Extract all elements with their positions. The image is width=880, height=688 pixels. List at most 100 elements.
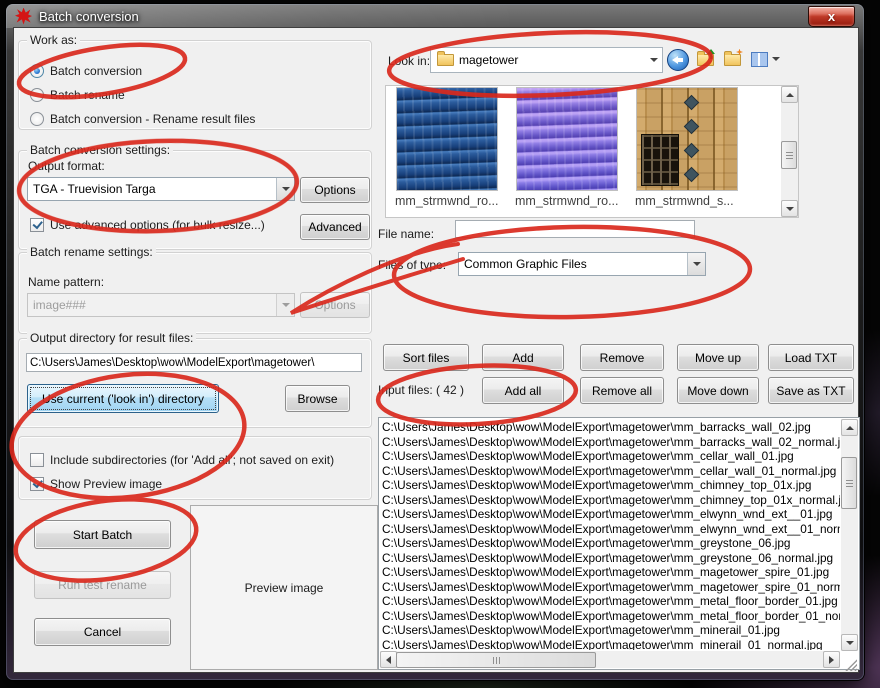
load-txt-button[interactable]: Load TXT (768, 344, 854, 371)
file-list-item[interactable]: C:\Users\James\Desktop\wow\ModelExport\m… (380, 522, 840, 537)
use-advanced-options-checkbox[interactable]: Use advanced options (for bulk resize...… (30, 217, 265, 232)
radio-icon (30, 112, 44, 126)
include-subdirectories-checkbox[interactable]: Include subdirectories (for 'Add all'; n… (30, 452, 334, 467)
chevron-down-icon[interactable] (276, 178, 294, 200)
file-list-item[interactable]: C:\Users\James\Desktop\wow\ModelExport\m… (380, 420, 840, 435)
scroll-up-button[interactable] (841, 419, 858, 436)
button-label: Start Batch (73, 528, 132, 542)
file-list-item[interactable]: C:\Users\James\Desktop\wow\ModelExport\m… (380, 638, 840, 651)
chevron-down-icon[interactable] (645, 48, 662, 72)
button-label: Advanced (308, 220, 361, 234)
thumbnail-item[interactable] (517, 88, 617, 190)
remove-all-button[interactable]: Remove all (580, 377, 664, 404)
checkbox-unchecked-icon (30, 453, 44, 467)
format-options-button[interactable]: Options (300, 177, 370, 203)
radio-batch-conversion-rename[interactable]: Batch conversion - Rename result files (30, 111, 255, 126)
up-one-level-button[interactable] (694, 48, 717, 71)
output-directory-field[interactable] (26, 353, 362, 372)
new-folder-button[interactable] (721, 48, 744, 71)
file-list-item[interactable]: C:\Users\James\Desktop\wow\ModelExport\m… (380, 493, 840, 508)
cancel-button[interactable]: Cancel (34, 618, 171, 646)
button-label: Add all (505, 384, 542, 398)
button-label: Options (314, 183, 355, 197)
button-label: Sort files (403, 351, 450, 365)
radio-batch-rename[interactable]: Batch rename (30, 87, 125, 102)
files-of-type-select[interactable]: Common Graphic Files (458, 252, 706, 276)
titlebar[interactable]: Batch conversion (6, 4, 864, 28)
file-list-item[interactable]: C:\Users\James\Desktop\wow\ModelExport\m… (380, 565, 840, 580)
close-button[interactable]: x (808, 6, 855, 27)
remove-button[interactable]: Remove (580, 344, 664, 371)
chevron-down-icon[interactable] (687, 253, 705, 275)
move-down-button[interactable]: Move down (677, 377, 759, 404)
button-label: Browse (297, 392, 337, 406)
look-in-label: Look in: (388, 54, 430, 68)
file-list-item[interactable]: C:\Users\James\Desktop\wow\ModelExport\m… (380, 507, 840, 522)
button-label: Cancel (84, 625, 121, 639)
advanced-button[interactable]: Advanced (300, 214, 370, 240)
look-in-select[interactable]: magetower (430, 47, 663, 73)
button-label: Move down (687, 384, 748, 398)
file-list-item[interactable]: C:\Users\James\Desktop\wow\ModelExport\m… (380, 464, 840, 479)
texture-diamond-detail (685, 120, 698, 133)
run-test-rename-button: Run test rename (34, 571, 171, 599)
view-menu-button[interactable] (748, 48, 771, 71)
start-batch-button[interactable]: Start Batch (34, 520, 171, 549)
chevron-down-icon (276, 294, 294, 316)
thumbnail-item[interactable] (637, 88, 737, 190)
look-in-value: magetower (454, 53, 645, 67)
list-horizontal-scrollbar[interactable] (380, 651, 840, 668)
group-output-directory-label: Output directory for result files: (27, 331, 196, 345)
button-label: Use current ('look in') directory (42, 392, 204, 406)
scrollbar-thumb[interactable] (396, 652, 596, 668)
thumbnail-item[interactable] (397, 88, 497, 190)
radio-label: Batch conversion (50, 64, 142, 78)
new-folder-icon (724, 54, 741, 66)
file-list-item[interactable]: C:\Users\James\Desktop\wow\ModelExport\m… (380, 580, 840, 595)
add-all-button[interactable]: Add all (482, 377, 564, 404)
output-format-select[interactable]: TGA - Truevision Targa (27, 177, 295, 201)
scrollbar-thumb[interactable] (781, 141, 797, 169)
view-menu-icon (751, 52, 768, 67)
scroll-up-button[interactable] (781, 86, 798, 103)
scroll-down-button[interactable] (841, 634, 858, 651)
save-as-txt-button[interactable]: Save as TXT (768, 377, 854, 404)
group-output-directory: Output directory for result files: (18, 338, 372, 428)
radio-batch-conversion[interactable]: Batch conversion (30, 63, 142, 78)
show-preview-checkbox[interactable]: Show Preview image (30, 476, 162, 491)
input-files-listbox[interactable]: C:\Users\James\Desktop\wow\ModelExport\m… (378, 417, 860, 670)
radio-label: Batch rename (50, 88, 125, 102)
irfanview-icon (15, 8, 32, 25)
file-list-item[interactable]: C:\Users\James\Desktop\wow\ModelExport\m… (380, 623, 840, 638)
add-button[interactable]: Add (482, 344, 564, 371)
scroll-left-button[interactable] (380, 651, 397, 668)
view-menu-chevron-icon[interactable] (772, 57, 780, 61)
thumbnail-scrollbar[interactable] (781, 86, 798, 217)
button-label: Remove all (592, 384, 652, 398)
list-vertical-scrollbar[interactable] (841, 419, 858, 651)
scrollbar-thumb[interactable] (841, 457, 857, 509)
thumbnail-caption: mm_strmwnd_ro... (395, 194, 499, 208)
name-pattern-value: image### (28, 298, 276, 312)
file-list-item[interactable]: C:\Users\James\Desktop\wow\ModelExport\m… (380, 536, 840, 551)
preview-placeholder-text: Preview image (245, 581, 324, 595)
move-up-button[interactable]: Move up (677, 344, 759, 371)
scroll-down-button[interactable] (781, 200, 798, 217)
resize-grip[interactable] (844, 658, 857, 671)
file-list-item[interactable]: C:\Users\James\Desktop\wow\ModelExport\m… (380, 478, 840, 493)
dialog-window: Batch conversion x Work as: Batch conver… (6, 4, 864, 680)
browse-button[interactable]: Browse (285, 385, 350, 412)
scroll-right-button[interactable] (823, 651, 840, 668)
texture-grate-detail (641, 134, 679, 186)
file-list-item[interactable]: C:\Users\James\Desktop\wow\ModelExport\m… (380, 609, 840, 624)
file-name-input[interactable] (455, 220, 695, 238)
input-files-rows: C:\Users\James\Desktop\wow\ModelExport\m… (380, 420, 840, 650)
file-list-item[interactable]: C:\Users\James\Desktop\wow\ModelExport\m… (380, 449, 840, 464)
back-button[interactable] (666, 48, 689, 71)
file-list-item[interactable]: C:\Users\James\Desktop\wow\ModelExport\m… (380, 551, 840, 566)
use-current-directory-button[interactable]: Use current ('look in') directory (27, 384, 219, 413)
folder-icon (437, 54, 454, 66)
file-list-item[interactable]: C:\Users\James\Desktop\wow\ModelExport\m… (380, 594, 840, 609)
file-list-item[interactable]: C:\Users\James\Desktop\wow\ModelExport\m… (380, 435, 840, 450)
sort-files-button[interactable]: Sort files (383, 344, 469, 371)
